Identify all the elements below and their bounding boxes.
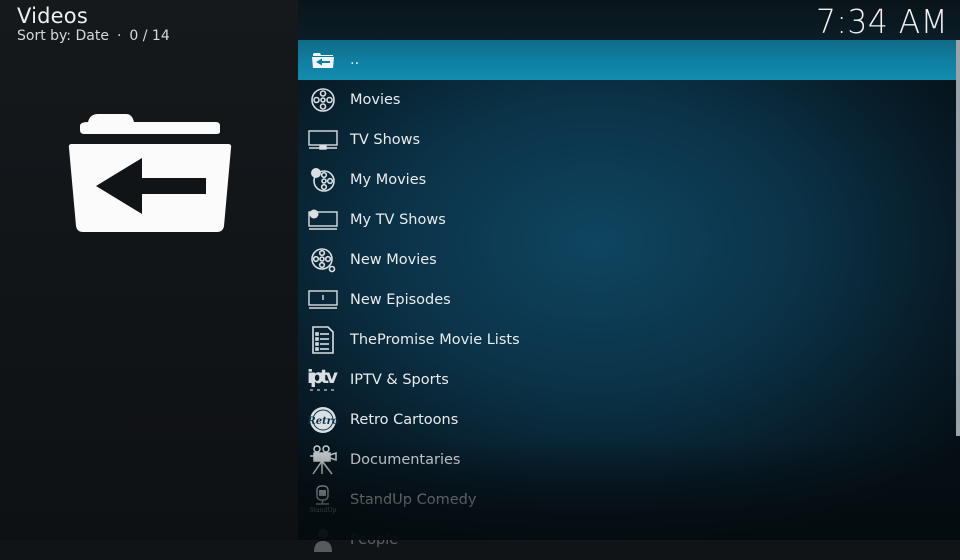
list-item-label: IPTV & Sports xyxy=(350,372,449,388)
folder-back-icon xyxy=(306,45,340,75)
clock: 7:34 AM xyxy=(815,2,948,41)
list-item-documentaries[interactable]: Documentaries xyxy=(298,440,956,480)
list-item-parent-folder[interactable]: .. xyxy=(298,40,956,80)
item-position: 0 / 14 xyxy=(129,28,170,44)
tv-icon xyxy=(306,125,340,155)
retro-badge-icon: Retro xyxy=(306,405,340,435)
list-item-label: TV Shows xyxy=(350,132,421,148)
file-list: .. Movies TV Shows My Movies My TV Shows… xyxy=(298,40,956,560)
list-item-my-movies[interactable]: My Movies xyxy=(298,160,956,200)
svg-text:iptv: iptv xyxy=(307,366,339,388)
list-item-movies[interactable]: Movies xyxy=(298,80,956,120)
list-item-my-tv-shows[interactable]: My TV Shows xyxy=(298,200,956,240)
info-pane: Videos Sort by: Date · 0 / 14 xyxy=(0,0,298,540)
list-item-label: New Episodes xyxy=(350,292,451,308)
new-movies-reel-icon xyxy=(306,245,340,275)
separator: · xyxy=(116,28,122,44)
list-item-label: Movies xyxy=(350,92,401,108)
list-item-label: New Movies xyxy=(350,252,437,268)
list-item-people[interactable]: People xyxy=(298,520,956,560)
list-item-label: .. xyxy=(350,52,360,68)
list-item-label: Documentaries xyxy=(350,452,461,468)
window-title: Videos xyxy=(17,4,88,28)
list-item-label: My TV Shows xyxy=(350,212,446,228)
list-item-thepromise-movie-lists[interactable]: ThePromise Movie Lists xyxy=(298,320,956,360)
list-item-new-movies[interactable]: New Movies xyxy=(298,240,956,280)
svg-text:Retro: Retro xyxy=(308,416,338,427)
list-item-iptv-sports[interactable]: iptv IPTV & Sports xyxy=(298,360,956,400)
standup-mic-icon: StandUp xyxy=(306,485,340,515)
list-item-label: ThePromise Movie Lists xyxy=(350,332,520,348)
sort-info: Sort by: Date · 0 / 14 xyxy=(17,28,170,44)
svg-text:StandUp: StandUp xyxy=(310,507,337,514)
list-item-standup-comedy[interactable]: StandUp StandUp Comedy xyxy=(298,480,956,520)
iptv-logo-icon: iptv xyxy=(306,365,340,395)
list-item-label: Retro Cartoons xyxy=(350,412,459,428)
list-item-retro-cartoons[interactable]: Retro Retro Cartoons xyxy=(298,400,956,440)
new-episodes-tv-icon xyxy=(306,285,340,315)
document-list-icon xyxy=(306,325,340,355)
camera-tripod-icon xyxy=(306,445,340,475)
film-reel-icon xyxy=(306,85,340,115)
person-icon xyxy=(306,525,340,555)
list-item-tv-shows[interactable]: TV Shows xyxy=(298,120,956,160)
list-item-label: My Movies xyxy=(350,172,427,188)
my-movies-reel-icon xyxy=(306,165,340,195)
folder-back-icon xyxy=(68,114,232,232)
list-item-label: People xyxy=(350,532,399,548)
list-item-new-episodes[interactable]: New Episodes xyxy=(298,280,956,320)
list-scrollbar[interactable] xyxy=(956,40,960,436)
my-tv-icon xyxy=(306,205,340,235)
list-item-label: StandUp Comedy xyxy=(350,492,477,508)
sort-label: Sort by: Date xyxy=(17,28,109,44)
